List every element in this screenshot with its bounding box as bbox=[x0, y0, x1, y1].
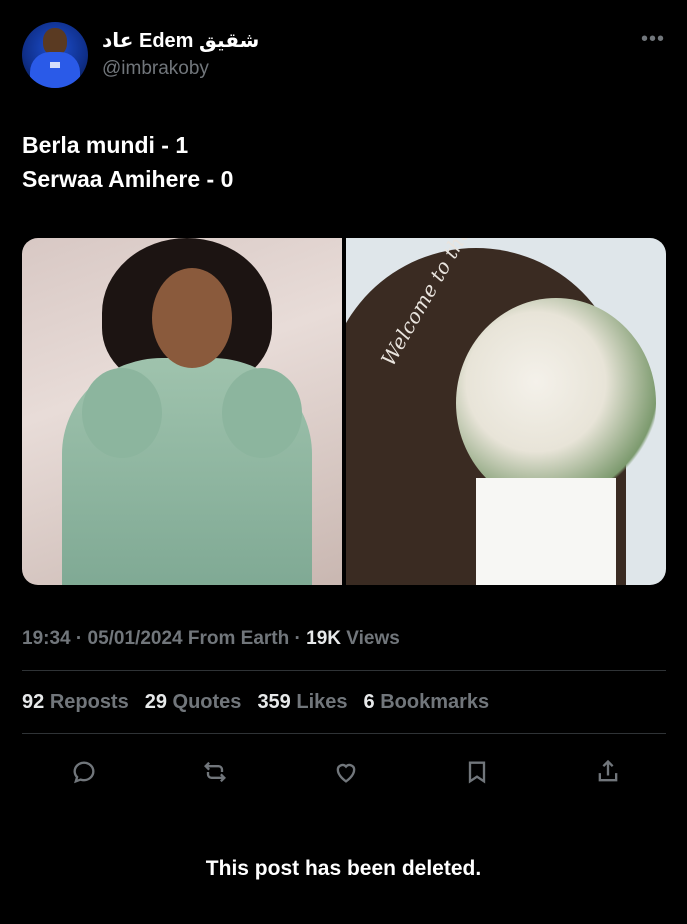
stat-quotes[interactable]: 29 Quotes bbox=[145, 691, 242, 714]
share-icon bbox=[598, 759, 618, 782]
like-button[interactable] bbox=[328, 754, 364, 790]
reply-icon bbox=[73, 761, 95, 784]
avatar-shirt bbox=[30, 52, 80, 88]
bookmark-icon bbox=[468, 761, 486, 784]
bookmarks-label: Bookmarks bbox=[380, 691, 490, 713]
photo-face bbox=[152, 268, 232, 368]
likes-label: Likes bbox=[296, 691, 348, 713]
share-button[interactable] bbox=[590, 754, 626, 790]
stat-reposts[interactable]: 92 Reposts bbox=[22, 691, 129, 714]
action-bar bbox=[66, 754, 626, 790]
reposts-label: Reposts bbox=[49, 691, 129, 713]
reply-button[interactable] bbox=[66, 754, 102, 790]
quotes-count: 29 bbox=[144, 691, 167, 713]
meta-separator: · bbox=[75, 628, 88, 649]
tweet-media: Welcome to the Wedding of bbox=[22, 238, 666, 585]
photo-vase bbox=[476, 478, 616, 585]
stat-likes[interactable]: 359 Likes bbox=[257, 691, 347, 714]
tweet-date[interactable]: 05/01/2024 bbox=[88, 628, 183, 649]
photo-flowers bbox=[456, 298, 656, 508]
tweet-stats: 92 Reposts 29 Quotes 359 Likes 6 Bookmar… bbox=[22, 691, 489, 714]
tweet-time[interactable]: 19:34 bbox=[22, 628, 71, 649]
divider bbox=[22, 733, 666, 734]
meta-separator: · bbox=[294, 628, 307, 649]
views-count: 19K bbox=[306, 628, 341, 649]
photo-ruffle-right bbox=[222, 368, 302, 458]
reposts-count: 92 bbox=[22, 691, 45, 713]
media-photo-wedding-sign[interactable]: Welcome to the Wedding of bbox=[346, 238, 666, 585]
tweet-meta: 19:34 · 05/01/2024 From Earth · 19K View… bbox=[22, 628, 400, 650]
photo-ruffle-left bbox=[82, 368, 162, 458]
tweet-header: عاد Edem شقيق @imbrakoby ••• bbox=[22, 22, 665, 88]
tweet-source: From Earth bbox=[187, 628, 290, 649]
repost-icon bbox=[204, 761, 226, 783]
likes-count: 359 bbox=[257, 691, 291, 713]
media-photo-portrait[interactable] bbox=[22, 238, 342, 585]
user-handle[interactable]: @imbrakoby bbox=[102, 58, 209, 80]
views-label: Views bbox=[346, 628, 400, 649]
divider bbox=[22, 670, 666, 671]
stat-bookmarks[interactable]: 6 Bookmarks bbox=[364, 691, 490, 714]
more-options-icon[interactable]: ••• bbox=[641, 28, 665, 51]
repost-button[interactable] bbox=[197, 754, 233, 790]
bookmark-button[interactable] bbox=[459, 754, 495, 790]
tweet-line-2: Serwaa Amihere - 0 bbox=[22, 166, 234, 192]
tweet-line-1: Berla mundi - 1 bbox=[22, 132, 189, 158]
bookmarks-count: 6 bbox=[363, 691, 375, 713]
quotes-label: Quotes bbox=[172, 691, 242, 713]
avatar[interactable] bbox=[22, 22, 88, 88]
display-name[interactable]: عاد Edem شقيق bbox=[102, 28, 259, 53]
like-icon bbox=[336, 763, 356, 783]
tweet-text: Berla mundi - 1 Serwaa Amihere - 0 bbox=[22, 128, 233, 196]
deleted-notice: This post has been deleted. bbox=[205, 857, 482, 880]
